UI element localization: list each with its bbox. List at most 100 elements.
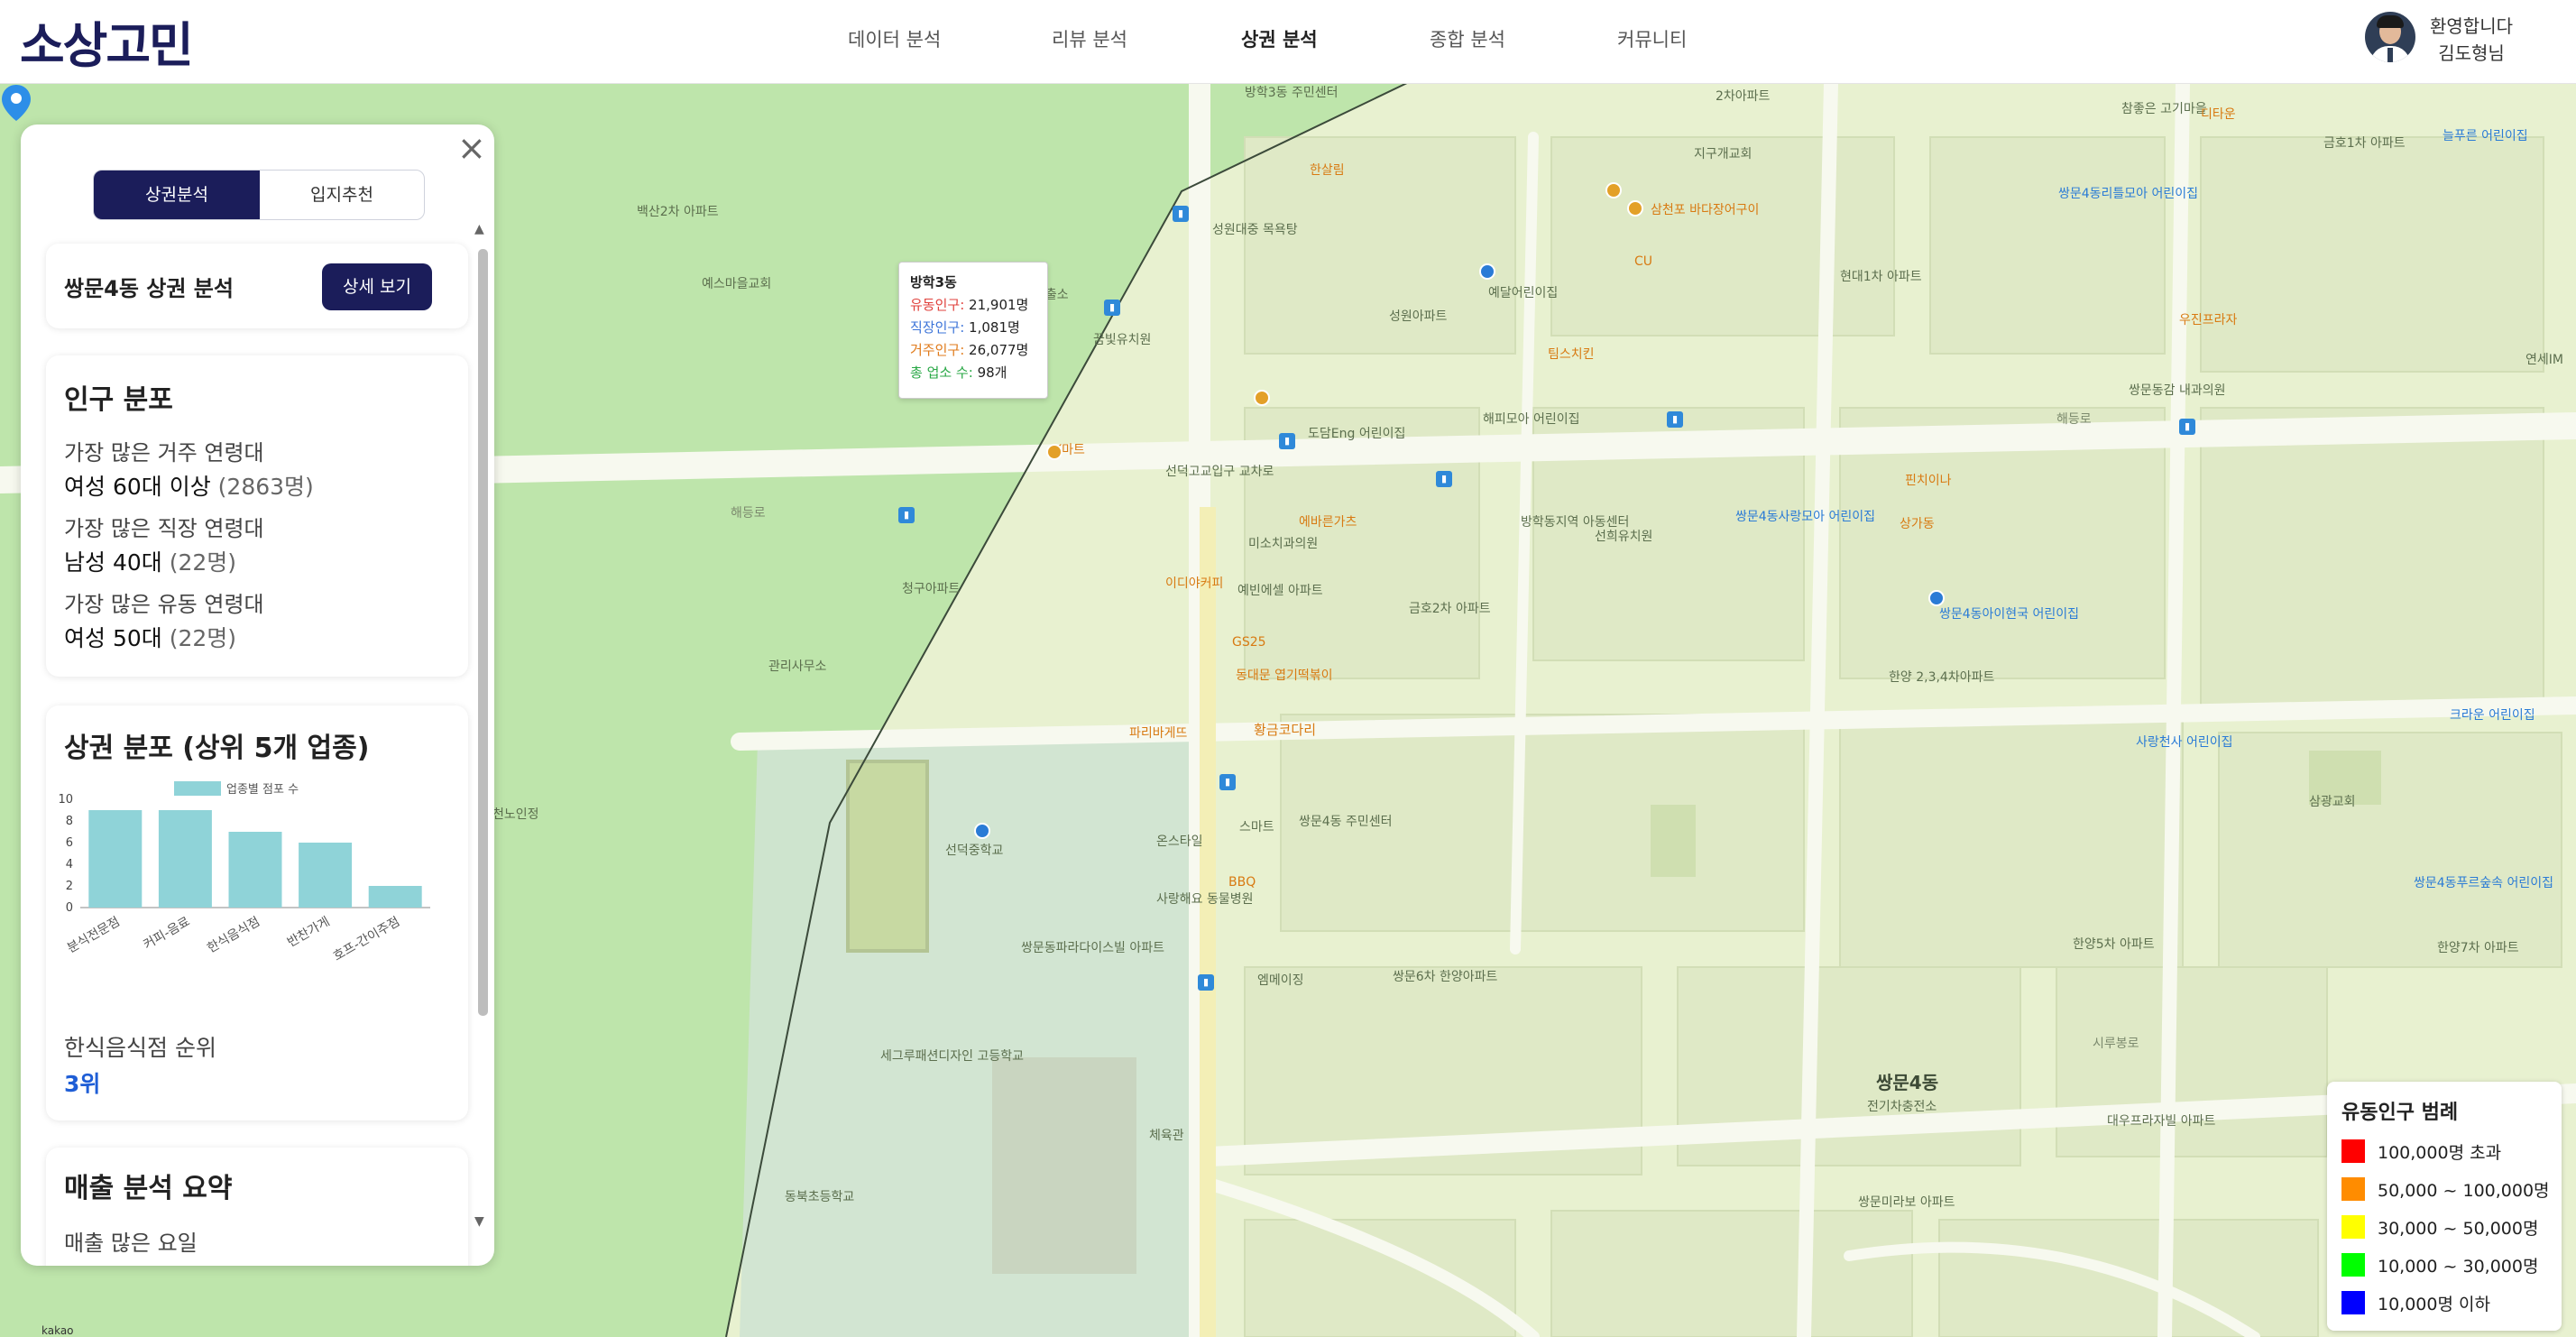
nav-community[interactable]: 커뮤니티 [1617, 25, 1687, 52]
chart-y-tick: 4 [66, 858, 73, 871]
map-label-geumho2: 금호2차 아파트 [1409, 602, 1491, 616]
map-label-sarangcheonsa: 사랑천사 어린이집 [2136, 735, 2233, 750]
bus-stop-icon[interactable]: ▮ [1436, 471, 1452, 487]
map-label-dongbuk-elem: 동북초등학교 [785, 1190, 855, 1204]
legend-swatch [2341, 1177, 2365, 1201]
convenience-icon[interactable] [1046, 444, 1063, 460]
map-label-haedeungro-east: 해등로 [2056, 412, 2092, 427]
nav-review-analysis[interactable]: 리뷰 분석 [1052, 25, 1127, 52]
population-value: 남성 40대 (22명) [64, 545, 236, 577]
legend-label: 50,000 ~ 100,000명 [2378, 1181, 2550, 1201]
chart-y-tick: 6 [66, 836, 73, 850]
legend-swatch [2341, 1253, 2365, 1277]
population-label: 가장 많은 직장 연령대 [64, 516, 264, 541]
map-label-cheongu: 청구아파트 [902, 582, 961, 596]
map-label-district: 쌍문4동 [1876, 1072, 1939, 1093]
map-label-hyundai: 현대1차 아파트 [1840, 270, 1922, 284]
map-label-chamjoeun: 참좋은 고기마을 [2121, 102, 2207, 116]
nav-market-analysis[interactable]: 상권 분석 [1241, 25, 1318, 52]
legend-swatch [2341, 1291, 2365, 1314]
user-avatar[interactable] [2365, 12, 2415, 62]
tooltip-resident-key: 거주인구: [910, 342, 965, 358]
chart-x-tick: 분식전문점 [65, 915, 123, 956]
map-label-sibeop-road: 시루봉로 [2093, 1037, 2139, 1051]
map-label-samcheonpo: 삼천포 바다장어구이 [1651, 203, 1760, 217]
bus-stop-icon[interactable]: ▮ [1173, 206, 1189, 222]
bus-stop-icon[interactable]: ▮ [898, 507, 915, 523]
bus-stop-icon[interactable]: ▮ [1219, 774, 1236, 790]
map-label-bangak3dong-center: 방학3동 주민센터 [1245, 86, 1339, 100]
legend-label: 100,000명 초과 [2378, 1143, 2502, 1163]
population-value: 여성 60대 이상 (2863명) [64, 469, 314, 502]
bus-stop-icon[interactable]: ▮ [1667, 411, 1683, 428]
map-label-apt2: 2차아파트 [1716, 89, 1771, 104]
location-pin-icon[interactable] [0, 83, 32, 123]
map-label-amazing: 엠메이징 [1257, 973, 1304, 988]
legend-swatch [2341, 1215, 2365, 1239]
detail-button[interactable]: 상세 보기 [322, 263, 432, 310]
map-label-happymoa: 해피모아 어린이집 [1483, 412, 1580, 427]
bus-stop-icon[interactable]: ▮ [1279, 433, 1295, 449]
map-label-paris: 파리바게뜨 [1129, 726, 1188, 741]
map-label-sarangmoa: 쌍문4동사랑모아 어린이집 [1735, 510, 1876, 524]
nav-data-analysis[interactable]: 데이터 분석 [848, 25, 941, 52]
tooltip-store-value: 98개 [977, 364, 1007, 381]
map-label-ssangmun4-center: 쌍문4동 주민센터 [1299, 815, 1393, 829]
map-label-hanyang5: 한양5차 아파트 [2073, 937, 2155, 952]
sales-card: 매출 분석 요약 매출 많은 요일 [46, 1148, 468, 1266]
kindergarten-icon[interactable] [1928, 590, 1945, 606]
tooltip-resident-value: 26,077명 [969, 342, 1029, 358]
map-label-baekse: 백산2차 아파트 [637, 205, 719, 219]
nav-total-analysis[interactable]: 종합 분석 [1430, 25, 1505, 52]
chart-bar [88, 810, 143, 908]
scroll-up-icon[interactable]: ▲ [474, 222, 484, 236]
population-label: 가장 많은 거주 연령대 [64, 440, 264, 466]
cafe-icon[interactable] [1254, 390, 1270, 406]
bus-stop-icon[interactable]: ▮ [2179, 419, 2195, 435]
tooltip-title: 방학3동 [910, 274, 957, 290]
map-label-pureun: 쌍문4동푸르숲속 어린이집 [2414, 876, 2554, 890]
chart-bar [228, 832, 282, 908]
map-label-daewoo: 대우프라자빌 아파트 [2107, 1114, 2216, 1129]
bus-stop-icon[interactable]: ▮ [1198, 974, 1214, 991]
user-greeting: 환영합니다 김도형님 [2430, 13, 2513, 67]
map-label-yebin: 예빈에셀 아파트 [1237, 584, 1323, 598]
map-label-seonhui: 선희유치원 [1595, 530, 1653, 544]
map-label-haedeungro-west: 해등로 [731, 506, 766, 521]
user-name[interactable]: 김도형님 [2430, 40, 2513, 67]
population-value: 여성 50대 (22명) [64, 621, 236, 653]
school-icon[interactable] [974, 823, 990, 839]
map-label-pinchi: 핀치이나 [1905, 474, 1952, 488]
scroll-down-icon[interactable]: ▼ [474, 1214, 484, 1229]
population-legend: 유동인구 범례 100,000명 초과 50,000 ~ 100,000명 30… [2327, 1082, 2562, 1331]
bus-stop-icon[interactable]: ▮ [1104, 300, 1120, 316]
app-logo[interactable]: 소상고민 [20, 5, 194, 77]
map-attribution: kakao [41, 1324, 74, 1337]
tab-location-recommend[interactable]: 입지추천 [260, 171, 424, 219]
map-label-seongwon: 성원아파트 [1389, 309, 1448, 324]
welcome-text: 환영합니다 [2430, 15, 2513, 37]
map-label-jigu: 지구개교회 [1694, 147, 1753, 161]
tooltip-store-key: 총 업소 수: [910, 364, 973, 381]
map-label-yonsei: 연세IM [2525, 353, 2563, 367]
close-icon[interactable]: × [457, 130, 486, 166]
map-label-bbq: BBQ [1228, 875, 1256, 890]
legend-label: 10,000 ~ 30,000명 [2378, 1257, 2539, 1277]
map-label-ediya: 이디야커피 [1165, 576, 1224, 591]
kindergarten-icon[interactable] [1479, 263, 1495, 280]
store-icon[interactable] [1605, 182, 1622, 198]
map-label-gs25: GS25 [1232, 635, 1266, 650]
map-label-yeopgi: 동대문 엽기떡볶이 [1236, 668, 1333, 683]
chart-bar [368, 886, 422, 908]
map-label-sejong-fashion: 세그루패션디자인 고등학교 [880, 1049, 1025, 1064]
map-label-hanyang6: 쌍문6차 한양아파트 [1393, 970, 1498, 984]
legend-label: 30,000 ~ 50,000명 [2378, 1219, 2539, 1239]
map-label-vet: 사랑해요 동물병원 [1156, 892, 1254, 907]
restaurant-icon[interactable] [1627, 200, 1643, 217]
chart-x-tick: 한식음식점 [205, 915, 262, 956]
business-bar-chart: 업종별 점포 수 0 2 4 6 8 10 분식전문점 커피-음료 한식음식점 반찬가게호프-간이주… [58, 781, 430, 964]
map-label-hansalim: 한살림 [1310, 163, 1345, 178]
tab-market-analysis[interactable]: 상권분석 [94, 171, 260, 219]
legend-title: 유동인구 범례 [2341, 1102, 2459, 1124]
panel-scrollbar[interactable] [478, 249, 488, 1016]
